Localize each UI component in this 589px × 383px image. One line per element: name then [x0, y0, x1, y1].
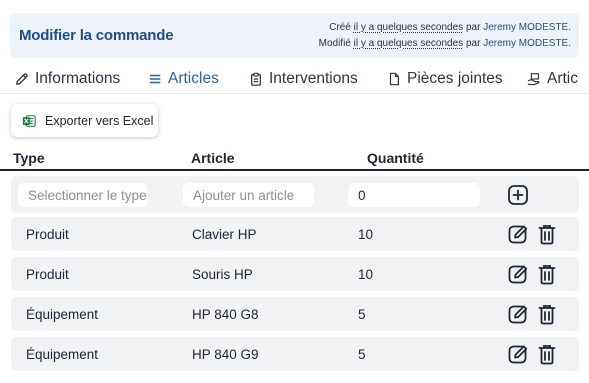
- tab-interventions-label: Interventions: [269, 70, 358, 87]
- new-article-row: Selectionner le type Ajouter un article …: [11, 176, 579, 213]
- type-select-placeholder: Selectionner le type: [28, 187, 147, 203]
- modified-prefix: Modifié: [318, 38, 351, 49]
- tab-informations-label: Informations: [35, 70, 121, 87]
- created-prefix: Créé: [329, 22, 351, 33]
- row-article: HP 840 G8: [192, 306, 259, 322]
- tab-pieces-jointes-label: Pièces jointes: [407, 70, 503, 87]
- type-select[interactable]: Selectionner le type: [18, 183, 148, 207]
- table-row: Produit Clavier HP 10: [11, 217, 579, 251]
- row-type: Équipement: [26, 346, 99, 362]
- quantity-input[interactable]: 0: [348, 183, 480, 207]
- table-row: Équipement HP 840 G8 5: [11, 297, 579, 331]
- created-by-prefix: par: [465, 22, 481, 33]
- row-quantity: 10: [358, 226, 374, 242]
- article-input-placeholder: Ajouter un article: [193, 187, 295, 203]
- box-hand-icon: [527, 73, 540, 86]
- add-article-button[interactable]: [507, 184, 529, 206]
- row-quantity: 5: [358, 306, 366, 322]
- trash-icon: [538, 265, 556, 285]
- modified-relative-time: il y a quelques secondes: [353, 38, 464, 49]
- clipboard-icon: [251, 72, 261, 86]
- row-quantity: 10: [358, 266, 374, 282]
- edit-icon: [508, 345, 528, 364]
- article-input[interactable]: Ajouter un article: [183, 183, 314, 207]
- tab-articles-label: Articles: [168, 70, 219, 87]
- modified-line: Modifié il y a quelques secondes par Jer…: [319, 36, 571, 52]
- row-type: Équipement: [26, 306, 99, 322]
- tab-articles-more[interactable]: Artic: [523, 64, 582, 93]
- tab-articles-more-label: Artic: [547, 70, 578, 87]
- row-type: Produit: [26, 266, 69, 282]
- file-icon: [389, 72, 399, 86]
- column-header-article: Article: [191, 150, 235, 166]
- delete-row-button[interactable]: [536, 303, 558, 325]
- edit-icon: [508, 225, 528, 244]
- row-article: HP 840 G9: [192, 346, 259, 362]
- row-type: Produit: [26, 226, 69, 242]
- row-article: Souris HP: [192, 266, 253, 282]
- table-row: Équipement HP 840 G9 5: [11, 337, 579, 371]
- tab-informations[interactable]: Informations: [11, 64, 124, 93]
- tab-pieces-jointes[interactable]: Pièces jointes: [383, 64, 507, 93]
- created-user: Jeremy MODESTE.: [483, 22, 571, 33]
- edit-row-button[interactable]: [507, 303, 529, 325]
- modified-user: Jeremy MODESTE.: [483, 38, 571, 49]
- table-header: Type Article Quantité: [0, 146, 589, 171]
- tab-interventions[interactable]: Interventions: [245, 64, 362, 93]
- page-title: Modifier la commande: [19, 27, 174, 44]
- edit-icon: [508, 305, 528, 324]
- table-row: Produit Souris HP 10: [11, 257, 579, 291]
- list-icon: [149, 74, 161, 84]
- row-article: Clavier HP: [192, 226, 257, 242]
- edit-row-button[interactable]: [507, 263, 529, 285]
- created-line: Créé il y a quelques secondes par Jeremy…: [319, 20, 571, 36]
- edit-icon: [508, 265, 528, 284]
- column-header-quantity: Quantité: [367, 150, 424, 166]
- edit-icon: [16, 73, 28, 85]
- edit-row-button[interactable]: [507, 223, 529, 245]
- export-excel-label: Exporter vers Excel: [45, 113, 154, 128]
- created-relative-time: il y a quelques secondes: [353, 22, 464, 33]
- delete-row-button[interactable]: [536, 343, 558, 365]
- trash-icon: [538, 345, 556, 365]
- delete-row-button[interactable]: [536, 263, 558, 285]
- edit-row-button[interactable]: [507, 343, 529, 365]
- quantity-input-value: 0: [358, 187, 366, 203]
- add-icon: [508, 185, 528, 205]
- trash-icon: [538, 305, 556, 325]
- tab-articles[interactable]: Articles: [144, 64, 223, 93]
- modified-by-prefix: par: [465, 38, 481, 49]
- excel-icon: [22, 114, 36, 127]
- trash-icon: [538, 225, 556, 245]
- export-excel-button[interactable]: Exporter vers Excel: [11, 104, 158, 137]
- delete-row-button[interactable]: [536, 223, 558, 245]
- tab-bar: Informations Articles Interventions Pièc…: [0, 64, 589, 94]
- audit-meta: Créé il y a quelques secondes par Jeremy…: [319, 20, 571, 52]
- row-quantity: 5: [358, 346, 366, 362]
- page-header: Modifier la commande Créé il y a quelque…: [10, 13, 579, 58]
- column-header-type: Type: [13, 150, 45, 166]
